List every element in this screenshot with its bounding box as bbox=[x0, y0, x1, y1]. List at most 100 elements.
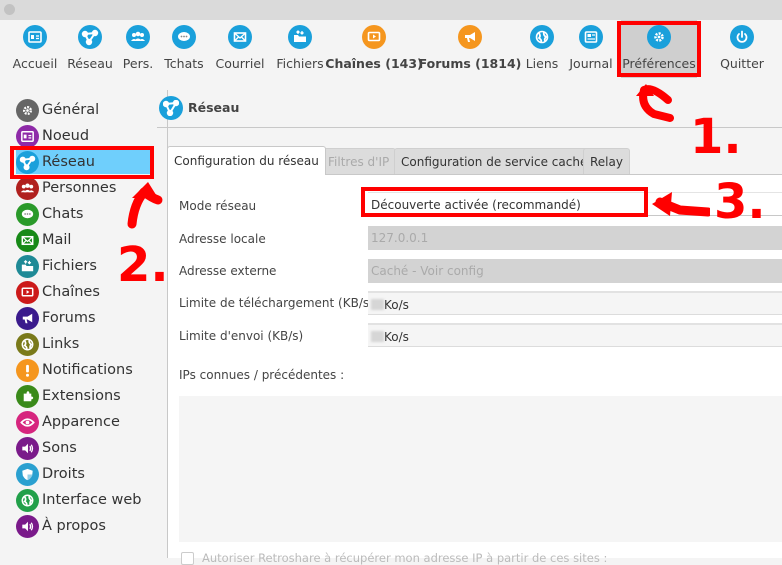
puzzle-icon bbox=[16, 384, 39, 408]
toolbar-quitter-label: Quitter bbox=[720, 56, 764, 71]
speaker-icon bbox=[16, 436, 39, 460]
megaphone-icon bbox=[458, 25, 482, 49]
toolbar-chaines-button[interactable]: Chaînes (143) bbox=[325, 20, 423, 78]
sidebar-item-a-propos[interactable]: À propos bbox=[16, 514, 152, 538]
annotation-box-network-mode bbox=[361, 187, 648, 217]
annotation-arrow-2 bbox=[127, 182, 163, 229]
upload-limit-spinbox[interactable]: Ko/s bbox=[368, 323, 782, 347]
sidebar-item-label: Interface web bbox=[42, 492, 142, 508]
speaker-icon bbox=[16, 514, 39, 538]
globe-icon bbox=[16, 332, 39, 356]
sidebar-item-noeud[interactable]: Noeud bbox=[16, 124, 152, 148]
allow-ip-sites-checkbox[interactable] bbox=[181, 551, 194, 565]
toolbar-fichiers-button[interactable]: Fichiers bbox=[274, 20, 326, 78]
toolbar-quitter-button[interactable]: Quitter bbox=[718, 20, 766, 78]
sidebar-item-general[interactable]: Général bbox=[16, 98, 152, 122]
annotation-step-3: 3. bbox=[714, 174, 766, 230]
known-ips-list[interactable] bbox=[179, 396, 782, 542]
globe-icon bbox=[16, 488, 39, 512]
allow-ip-sites-label: Autoriser Retroshare à récupérer mon adr… bbox=[202, 551, 608, 565]
sidebar-item-label: Notifications bbox=[42, 362, 133, 378]
people-icon bbox=[126, 25, 150, 49]
annotation-box-preferences bbox=[617, 21, 701, 77]
channel-icon bbox=[16, 280, 39, 304]
sidebar-item-apparence[interactable]: Apparence bbox=[16, 410, 152, 434]
upload-limit-label: Limite d'envoi (KB/s) bbox=[179, 329, 304, 343]
exclamation-icon bbox=[16, 358, 39, 382]
folder-icon bbox=[288, 25, 312, 49]
sidebar-item-label: Général bbox=[42, 102, 100, 118]
allow-ip-sites-row[interactable]: Autoriser Retroshare à récupérer mon adr… bbox=[181, 551, 607, 565]
page-title: Réseau bbox=[188, 100, 240, 115]
sidebar-item-droits[interactable]: Droits bbox=[16, 462, 152, 486]
network-config-panel: Mode réseau Découverte activée (recomman… bbox=[167, 174, 782, 565]
sidebar-item-notifications[interactable]: Notifications bbox=[16, 358, 152, 382]
toolbar-tchats-label: Tchats bbox=[164, 56, 204, 71]
annotation-arrow-3 bbox=[652, 192, 710, 217]
toolbar-liens-button[interactable]: Liens bbox=[522, 20, 562, 78]
tab-ip-filters[interactable]: Filtres d'IP bbox=[321, 148, 397, 174]
sidebar-item-label: Mail bbox=[42, 232, 72, 248]
toolbar-courriel-button[interactable]: Courriel bbox=[214, 20, 266, 78]
toolbar-forums-label: Forums (1814) bbox=[418, 56, 522, 71]
tab-relay[interactable]: Relay bbox=[583, 148, 630, 174]
network-icon bbox=[159, 96, 183, 120]
download-limit-spinbox[interactable]: Ko/s bbox=[368, 291, 782, 315]
sidebar-item-label: Extensions bbox=[42, 388, 121, 404]
chat-icon bbox=[16, 202, 39, 226]
people-icon bbox=[16, 176, 39, 200]
external-address-field[interactable]: Caché - Voir config bbox=[368, 259, 782, 283]
globe-icon bbox=[530, 25, 554, 49]
tab-hidden-service-config[interactable]: Configuration de service caché bbox=[394, 148, 595, 174]
download-limit-suffix: Ko/s bbox=[384, 298, 409, 312]
gear-icon bbox=[16, 98, 39, 122]
eye-icon bbox=[16, 410, 39, 434]
sidebar-item-sons[interactable]: Sons bbox=[16, 436, 152, 460]
chat-icon bbox=[172, 25, 196, 49]
toolbar-chaines-label: Chaînes (143) bbox=[325, 56, 423, 71]
shield-icon bbox=[16, 462, 39, 486]
toolbar-reseau-label: Réseau bbox=[67, 56, 113, 71]
annotation-step-1: 1. bbox=[690, 109, 742, 165]
toolbar-accueil-button[interactable]: Accueil bbox=[6, 20, 64, 78]
toolbar-journal-button[interactable]: Journal bbox=[566, 20, 616, 78]
channel-icon bbox=[362, 25, 386, 49]
toolbar-pers-label: Pers. bbox=[122, 56, 154, 71]
sidebar-item-label: Apparence bbox=[42, 414, 120, 430]
toolbar-fichiers-label: Fichiers bbox=[276, 56, 324, 71]
sidebar-item-label: Forums bbox=[42, 310, 96, 326]
home-card-icon bbox=[23, 25, 47, 49]
download-limit-label: Limite de téléchargement (KB/s) bbox=[179, 296, 374, 310]
annotation-arrow-1 bbox=[636, 84, 674, 122]
sidebar-item-extensions[interactable]: Extensions bbox=[16, 384, 152, 408]
annotation-box-reseau bbox=[10, 146, 154, 179]
sidebar-item-links[interactable]: Links bbox=[16, 332, 152, 356]
toolbar-courriel-label: Courriel bbox=[215, 56, 265, 71]
sidebar-item-label: Droits bbox=[42, 466, 85, 482]
known-ips-label: IPs connues / précédentes : bbox=[179, 368, 345, 382]
toolbar-tchats-button[interactable]: Tchats bbox=[162, 20, 206, 78]
mail-icon bbox=[228, 25, 252, 49]
network-mode-label: Mode réseau bbox=[179, 199, 257, 213]
id-card-icon bbox=[16, 124, 39, 148]
window-close-button[interactable] bbox=[4, 4, 15, 15]
toolbar-reseau-button[interactable]: Réseau bbox=[66, 20, 114, 78]
sidebar-item-interface-web[interactable]: Interface web bbox=[16, 488, 152, 512]
toolbar-pers-button[interactable]: Pers. bbox=[118, 20, 158, 78]
redacted-value bbox=[371, 331, 384, 342]
sidebar-item-label: Chats bbox=[42, 206, 84, 222]
network-icon bbox=[78, 25, 102, 49]
local-address-label: Adresse locale bbox=[179, 232, 266, 246]
power-icon bbox=[730, 25, 754, 49]
newspaper-icon bbox=[579, 25, 603, 49]
upload-limit-suffix: Ko/s bbox=[384, 330, 409, 344]
sidebar-item-forums[interactable]: Forums bbox=[16, 306, 152, 330]
sidebar-item-label: Chaînes bbox=[42, 284, 100, 300]
sidebar-item-label: Links bbox=[42, 336, 80, 352]
redacted-value bbox=[371, 299, 384, 310]
toolbar-journal-label: Journal bbox=[569, 56, 613, 71]
toolbar-forums-button[interactable]: Forums (1814) bbox=[419, 20, 521, 78]
mail-icon bbox=[16, 228, 39, 252]
toolbar-liens-label: Liens bbox=[525, 56, 559, 71]
tab-network-config[interactable]: Configuration du réseau bbox=[167, 146, 326, 175]
